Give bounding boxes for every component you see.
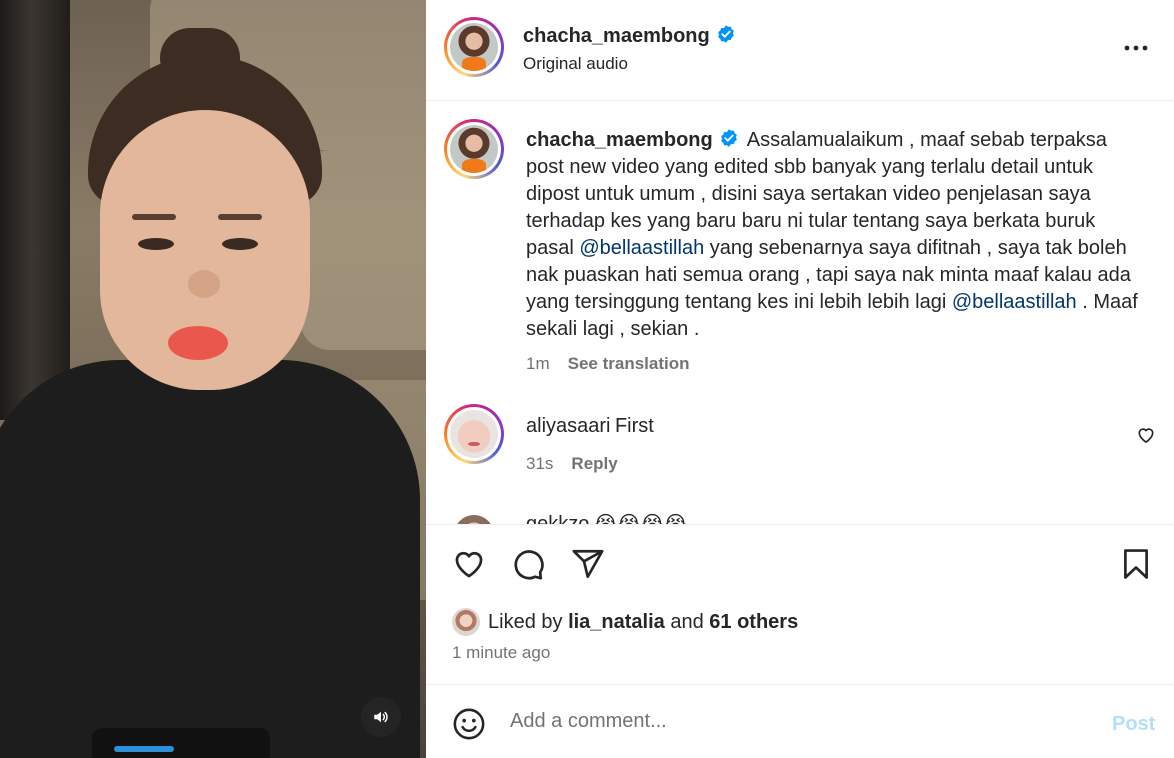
reply-button[interactable]: Reply (571, 454, 617, 473)
likes-summary[interactable]: Liked by lia_natalia and 61 others (452, 608, 798, 636)
liker-avatar (452, 608, 480, 636)
emoji-picker-button[interactable] (452, 707, 486, 746)
caption-mention-link[interactable]: @bellaastillah (952, 291, 1077, 313)
likes-joiner: and (670, 610, 704, 633)
caption: chacha_maembong Assalamualaikum , maaf s… (526, 127, 1146, 343)
verified-icon (720, 129, 737, 147)
video-player[interactable] (0, 0, 426, 758)
likes-others-link[interactable]: 61 others (709, 611, 798, 634)
emoji-icon (453, 708, 485, 740)
post-actions: Liked by lia_natalia and 61 others 1 min… (426, 524, 1174, 684)
caption-meta: 1m See translation (526, 354, 690, 374)
avatar[interactable] (450, 125, 498, 173)
more-icon (1124, 45, 1148, 51)
share-icon (572, 549, 604, 579)
post-timestamp[interactable]: 1 minute ago (452, 643, 550, 663)
video-subject-sweater (0, 360, 420, 758)
story-ring[interactable] (444, 119, 504, 179)
mute-toggle-button[interactable] (361, 697, 401, 737)
save-button[interactable] (1119, 547, 1153, 586)
comment-text: First (614, 415, 654, 437)
post-comment-button[interactable]: Post (1112, 713, 1155, 736)
story-ring[interactable] (448, 509, 500, 524)
story-ring[interactable] (444, 17, 504, 77)
caption-mention-link[interactable]: @bellaastillah (579, 237, 704, 259)
volume-icon (374, 711, 388, 723)
avatar[interactable] (454, 515, 494, 524)
comment-text: 😭😭😭😭 (593, 513, 688, 524)
comment-age: 31s (526, 454, 554, 473)
avatar[interactable] (450, 410, 498, 458)
caption-username[interactable]: chacha_maembong (526, 129, 713, 151)
likes-prefix: Liked by (488, 610, 563, 633)
post-author-username[interactable]: chacha_maembong (523, 25, 710, 47)
video-subject-brow (218, 214, 262, 220)
comment-composer: Post (426, 684, 1174, 758)
more-options-button[interactable] (1121, 36, 1151, 60)
comment-input[interactable] (510, 703, 1090, 739)
video-background-curtain (0, 0, 70, 420)
avatar[interactable] (450, 23, 498, 71)
audio-label[interactable]: Original audio (523, 54, 628, 74)
post-header: chacha_maembong Original audio (426, 0, 1174, 101)
story-ring[interactable] (444, 404, 504, 464)
bookmark-icon (1124, 549, 1148, 579)
video-subject-brow (132, 214, 176, 220)
comment-icon (514, 550, 544, 580)
post-details-panel: chacha_maembong Original audio chacha_ma… (426, 0, 1174, 758)
liker-username[interactable]: lia_natalia (568, 611, 665, 634)
comments-scroll-area[interactable]: chacha_maembong Assalamualaikum , maaf s… (426, 101, 1174, 524)
like-button[interactable] (451, 547, 487, 586)
verified-icon (717, 25, 734, 43)
video-subject-lips (168, 326, 228, 360)
comment-meta: 31s Reply (526, 454, 618, 474)
comment-username[interactable]: gekkzo (526, 513, 589, 524)
comment-button[interactable] (511, 547, 545, 586)
caption-age: 1m (526, 354, 550, 373)
comment-item: gekkzo 😭😭😭😭 (526, 511, 687, 524)
video-subject-phone (92, 728, 270, 758)
heart-icon (455, 551, 483, 578)
video-subject-nose (188, 270, 220, 298)
comment-username[interactable]: aliyasaari (526, 415, 610, 437)
comment-item: aliyasaari First (526, 415, 654, 438)
share-button[interactable] (571, 547, 605, 586)
video-subject-eye (138, 238, 174, 250)
heart-icon (1138, 428, 1154, 443)
video-subject-eye (222, 238, 258, 250)
video-subject-hair-bun (160, 28, 240, 88)
see-translation-link[interactable]: See translation (568, 354, 690, 373)
comment-like-button[interactable] (1136, 425, 1156, 450)
